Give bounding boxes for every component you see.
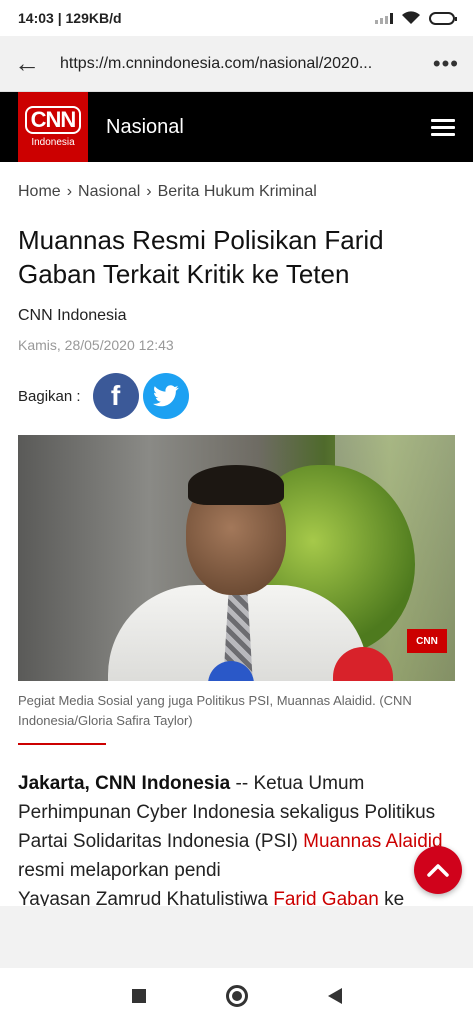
logo-text: CNN [24,106,82,134]
back-icon[interactable] [327,988,342,1004]
wifi-icon [402,11,420,24]
breadcrumb: Home › Nasional › Berita Hukum Kriminal [18,183,455,201]
breadcrumb-category[interactable]: Berita Hukum Kriminal [158,183,317,201]
photo-person-hair [188,465,284,505]
arrow-left-icon[interactable]: ← [14,48,50,79]
scroll-top-button[interactable] [414,846,462,894]
chevron-up-icon [427,864,449,877]
url-field[interactable]: https://m.cnnindonesia.com/nasional/2020… [50,55,423,73]
hamburger-icon[interactable] [431,118,455,136]
recent-apps-icon[interactable] [131,989,146,1003]
share-label: Bagikan : [18,387,81,405]
article-title: Muannas Resmi Polisikan Farid Gaban Terk… [18,225,384,289]
logo-subtext: Indonesia [31,137,75,148]
breadcrumb-home[interactable]: Home [18,183,61,201]
bottom-ad-area [0,906,473,968]
twitter-icon[interactable] [142,373,189,419]
article-photo[interactable]: CNN [18,435,455,681]
link-muannas-alaidid[interactable]: Muannas Alaidid [303,831,442,852]
dateline: Jakarta, CNN Indonesia [18,773,231,794]
article-source: CNN Indonesia [18,307,127,324]
more-dots-icon[interactable]: ••• [423,51,459,77]
breadcrumb-separator: › [66,183,73,200]
cnn-logo[interactable]: CNN Indonesia [18,92,88,162]
signal-icon [375,12,393,24]
share-bar: Bagikan : f [18,373,455,419]
status-time: 14:03 | 129KB/d [18,10,122,26]
photo-caption: Pegiat Media Sosial yang juga Politikus … [18,693,412,728]
photo-watermark: CNN [407,629,447,653]
article-date: Kamis, 28/05/2020 12:43 [18,337,174,353]
facebook-icon[interactable]: f [92,373,139,419]
status-icons [375,10,457,26]
site-header: CNN Indonesia Nasional [0,92,473,162]
battery-icon [429,11,457,25]
system-nav-bar [0,968,473,1024]
section-title[interactable]: Nasional [106,116,184,139]
breadcrumb-nasional[interactable]: Nasional [78,183,140,201]
status-bar: 14:03 | 129KB/d [0,0,473,36]
article-body: Jakarta, CNN Indonesia -- Ketua Umum Per… [18,773,443,910]
divider [18,743,106,745]
breadcrumb-separator: › [146,183,152,200]
home-icon[interactable] [225,985,248,1007]
browser-url-bar: ← https://m.cnnindonesia.com/nasional/20… [0,36,473,92]
article-content: Home › Nasional › Berita Hukum Kriminal … [18,162,455,914]
